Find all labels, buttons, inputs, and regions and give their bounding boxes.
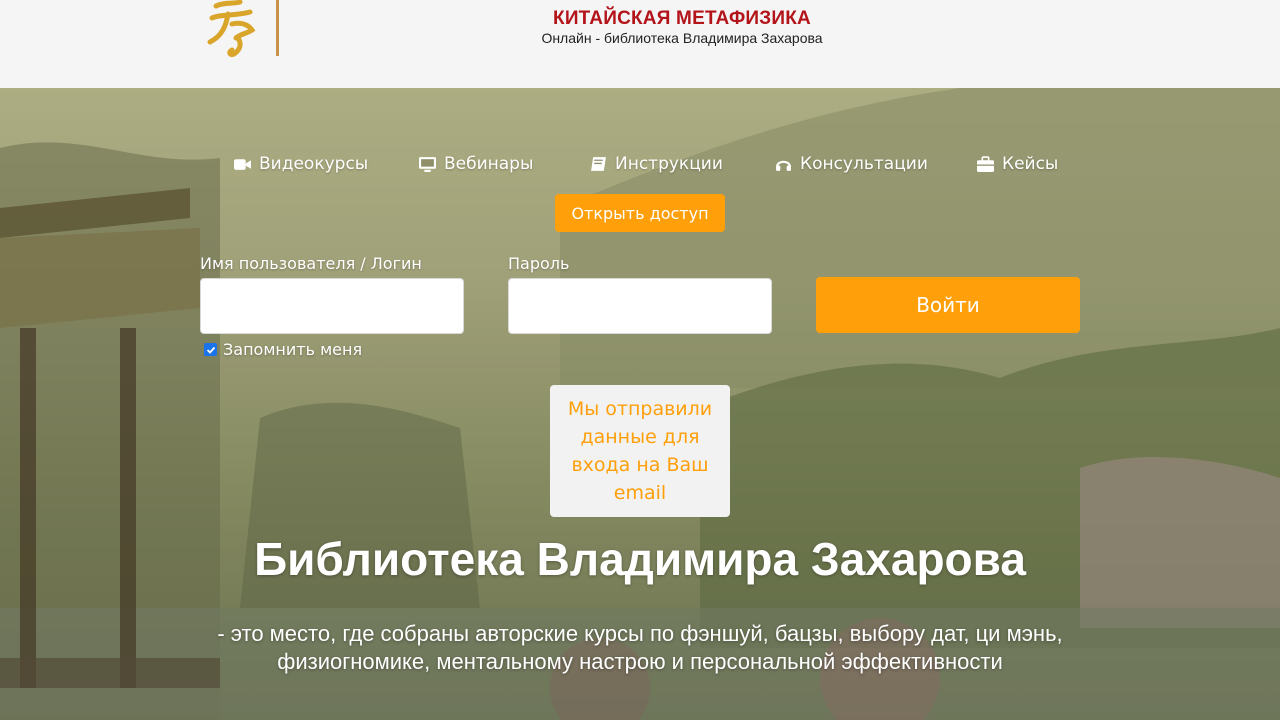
nav-item-webinars[interactable]: Вебинары — [419, 154, 533, 174]
hero-section: Видеокурсы Вебинары Инструкции Консульта… — [0, 88, 1280, 720]
headphones-icon — [776, 160, 791, 171]
remember-me[interactable]: Запомнить меня — [204, 340, 362, 359]
site-title[interactable]: КИТАЙСКАЯ МЕТАФИЗИКА — [0, 8, 1280, 30]
login-sent-notice: Мы отправили данные для входа на Ваш ema… — [550, 385, 730, 517]
password-label: Пароль — [508, 254, 570, 273]
nav-item-label: Видеокурсы — [259, 154, 369, 174]
nav-item-label: Кейсы — [1002, 154, 1059, 174]
nav-item-label: Вебинары — [444, 154, 534, 174]
main-nav: Видеокурсы Вебинары Инструкции Консульта… — [0, 154, 1280, 178]
nav-item-cases[interactable]: Кейсы — [977, 154, 1058, 174]
login-button[interactable]: Войти — [816, 277, 1080, 333]
password-input[interactable] — [508, 278, 772, 334]
remember-label: Запомнить меня — [223, 340, 363, 359]
nav-item-instructions[interactable]: Инструкции — [590, 154, 723, 174]
remember-checkbox[interactable] — [204, 343, 217, 356]
book-icon — [591, 156, 606, 171]
username-input[interactable] — [200, 278, 464, 334]
hero-description-line-1: - это место, где собраны авторские курсы… — [217, 621, 1063, 646]
nav-item-label: Инструкции — [615, 154, 723, 174]
site-subtitle: Онлайн - библиотека Владимира Захарова — [541, 30, 823, 46]
nav-item-label: Консультации — [800, 154, 928, 174]
briefcase-icon — [977, 155, 994, 172]
site-header: КИТАЙСКАЯ МЕТАФИЗИКА Онлайн - библиотека… — [0, 0, 1280, 88]
hero-description: - это место, где собраны авторские курсы… — [200, 620, 1080, 676]
monitor-icon — [419, 156, 436, 172]
nav-item-videocourses[interactable]: Видеокурсы — [234, 154, 368, 174]
hero-title: Библиотека Владимира Захарова — [254, 533, 1026, 585]
username-label: Имя пользователя / Логин — [200, 254, 422, 273]
hero-description-line-2: физиогномике, ментальному настрою и перс… — [277, 649, 1003, 674]
video-camera-icon — [234, 158, 251, 170]
open-access-button[interactable]: Открыть доступ — [555, 194, 725, 232]
check-icon — [206, 346, 215, 354]
nav-item-consultations[interactable]: Консультации — [775, 154, 928, 174]
